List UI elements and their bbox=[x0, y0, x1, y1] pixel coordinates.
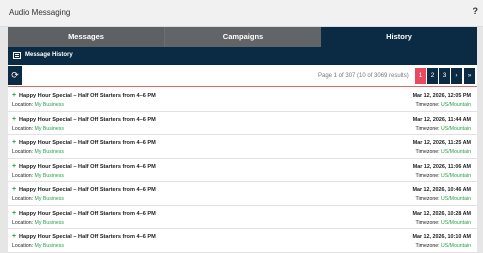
message-title: Happy Hour Special – Half Off Starters f… bbox=[19, 140, 156, 146]
timezone-value: US/Mountain bbox=[441, 196, 471, 202]
list-item[interactable]: + Happy Hour Special – Half Off Starters… bbox=[8, 182, 477, 206]
location-label: Location: bbox=[12, 149, 34, 155]
location-line: Location: My Business bbox=[12, 149, 64, 155]
sent-date: Mar 12, 2026, 11:06 AM bbox=[412, 163, 471, 170]
page-info: Page 1 of 307 (10 of 3069 results) bbox=[318, 73, 409, 79]
tab-messages[interactable]: Messages bbox=[8, 27, 165, 47]
location-label: Location: bbox=[12, 196, 34, 202]
location-line: Location: My Business bbox=[12, 102, 64, 108]
location-label: Location: bbox=[12, 102, 34, 108]
timezone-label: Timezone: bbox=[415, 172, 440, 179]
location-value: My Business bbox=[34, 219, 64, 226]
expand-icon[interactable]: + bbox=[12, 163, 16, 170]
location-label: Location: bbox=[12, 243, 34, 249]
location-line: Location: My Business bbox=[12, 126, 64, 132]
message-title: Happy Hour Special – Half Off Starters f… bbox=[19, 116, 156, 123]
help-icon[interactable]: ? bbox=[473, 6, 479, 16]
location-value: My Business bbox=[34, 125, 64, 132]
timezone-label: Timezone: bbox=[415, 196, 440, 202]
top-bar: Audio Messaging ? bbox=[0, 0, 483, 27]
location-value: My Business bbox=[34, 172, 64, 179]
history-list: + Happy Hour Special – Half Off Starters… bbox=[8, 88, 477, 253]
message-title: Happy Hour Special – Half Off Starters f… bbox=[19, 163, 156, 170]
sent-date: Mar 12, 2026, 11:44 AM bbox=[412, 116, 471, 123]
page-button-1[interactable]: 1 bbox=[415, 68, 426, 84]
list-item[interactable]: + Happy Hour Special – Half Off Starters… bbox=[8, 111, 477, 135]
expand-icon[interactable]: + bbox=[12, 116, 16, 123]
pagination-toolbar: ⟳ Page 1 of 307 (10 of 3069 results) 1 2… bbox=[8, 65, 477, 87]
sent-date: Mar 12, 2026, 10:28 AM bbox=[412, 210, 471, 217]
app-title: Audio Messaging bbox=[9, 8, 71, 17]
page-button-2[interactable]: 2 bbox=[427, 68, 438, 84]
tab-bar: Messages Campaigns History bbox=[8, 27, 477, 47]
location-value: My Business bbox=[34, 102, 64, 108]
timezone-line: Timezone: US/Mountain bbox=[416, 149, 471, 155]
sent-date: Mar 12, 2026, 11:25 AM bbox=[412, 140, 471, 146]
expand-icon[interactable]: + bbox=[12, 210, 16, 217]
expand-icon[interactable]: + bbox=[12, 139, 16, 146]
tab-campaigns[interactable]: Campaigns bbox=[165, 27, 321, 47]
section-header: Message History bbox=[8, 47, 477, 65]
timezone-value: US/Mountain bbox=[441, 149, 471, 155]
list-icon bbox=[13, 52, 21, 59]
timezone-label: Timezone: bbox=[415, 125, 440, 132]
timezone-value: US/Mountain bbox=[441, 172, 471, 179]
timezone-line: Timezone: US/Mountain bbox=[416, 126, 471, 132]
timezone-line: Timezone: US/Mountain bbox=[416, 196, 471, 202]
expand-icon[interactable]: + bbox=[12, 233, 16, 240]
right-gutter bbox=[477, 27, 483, 253]
timezone-value: US/Mountain bbox=[441, 125, 471, 132]
last-page-button[interactable]: » bbox=[464, 68, 475, 84]
timezone-label: Timezone: bbox=[415, 149, 440, 155]
location-line: Location: My Business bbox=[12, 243, 64, 249]
location-value: My Business bbox=[34, 243, 64, 249]
message-title: Happy Hour Special – Half Off Starters f… bbox=[19, 187, 156, 193]
expand-icon[interactable]: + bbox=[12, 92, 16, 99]
timezone-line: Timezone: US/Mountain bbox=[416, 220, 471, 226]
location-line: Location: My Business bbox=[12, 220, 64, 226]
timezone-label: Timezone: bbox=[415, 243, 440, 249]
expand-icon[interactable]: + bbox=[12, 186, 16, 193]
list-item[interactable]: + Happy Hour Special – Half Off Starters… bbox=[8, 88, 477, 112]
location-line: Location: My Business bbox=[12, 173, 64, 179]
page-button-3[interactable]: 3 bbox=[439, 68, 450, 84]
message-title: Happy Hour Special – Half Off Starters f… bbox=[19, 210, 156, 217]
timezone-value: US/Mountain bbox=[441, 243, 471, 249]
list-item[interactable]: + Happy Hour Special – Half Off Starters… bbox=[8, 205, 477, 229]
tab-history[interactable]: History bbox=[321, 27, 477, 47]
timezone-value: US/Mountain bbox=[441, 102, 471, 108]
timezone-value: US/Mountain bbox=[441, 219, 471, 226]
section-title: Message History bbox=[25, 52, 73, 58]
list-item[interactable]: + Happy Hour Special – Half Off Starters… bbox=[8, 229, 477, 253]
next-page-button[interactable]: › bbox=[451, 68, 462, 84]
timezone-line: Timezone: US/Mountain bbox=[416, 243, 471, 249]
message-title: Happy Hour Special – Half Off Starters f… bbox=[19, 93, 156, 99]
timezone-label: Timezone: bbox=[415, 219, 440, 226]
left-gutter bbox=[0, 27, 8, 253]
sent-date: Mar 12, 2026, 10:10 AM bbox=[412, 234, 471, 240]
refresh-icon[interactable]: ⟳ bbox=[8, 66, 22, 85]
location-label: Location: bbox=[12, 172, 34, 179]
location-line: Location: My Business bbox=[12, 196, 64, 202]
message-title: Happy Hour Special – Half Off Starters f… bbox=[19, 234, 156, 240]
location-label: Location: bbox=[12, 125, 34, 132]
timezone-label: Timezone: bbox=[415, 102, 440, 108]
list-item[interactable]: + Happy Hour Special – Half Off Starters… bbox=[8, 135, 477, 159]
timezone-line: Timezone: US/Mountain bbox=[416, 102, 471, 108]
timezone-line: Timezone: US/Mountain bbox=[416, 173, 471, 179]
location-value: My Business bbox=[34, 196, 64, 202]
location-value: My Business bbox=[34, 149, 64, 155]
list-item[interactable]: + Happy Hour Special – Half Off Starters… bbox=[8, 158, 477, 182]
sent-date: Mar 12, 2026, 10:46 AM bbox=[412, 187, 471, 193]
location-label: Location: bbox=[12, 219, 34, 226]
sent-date: Mar 12, 2026, 12:05 PM bbox=[412, 93, 471, 99]
